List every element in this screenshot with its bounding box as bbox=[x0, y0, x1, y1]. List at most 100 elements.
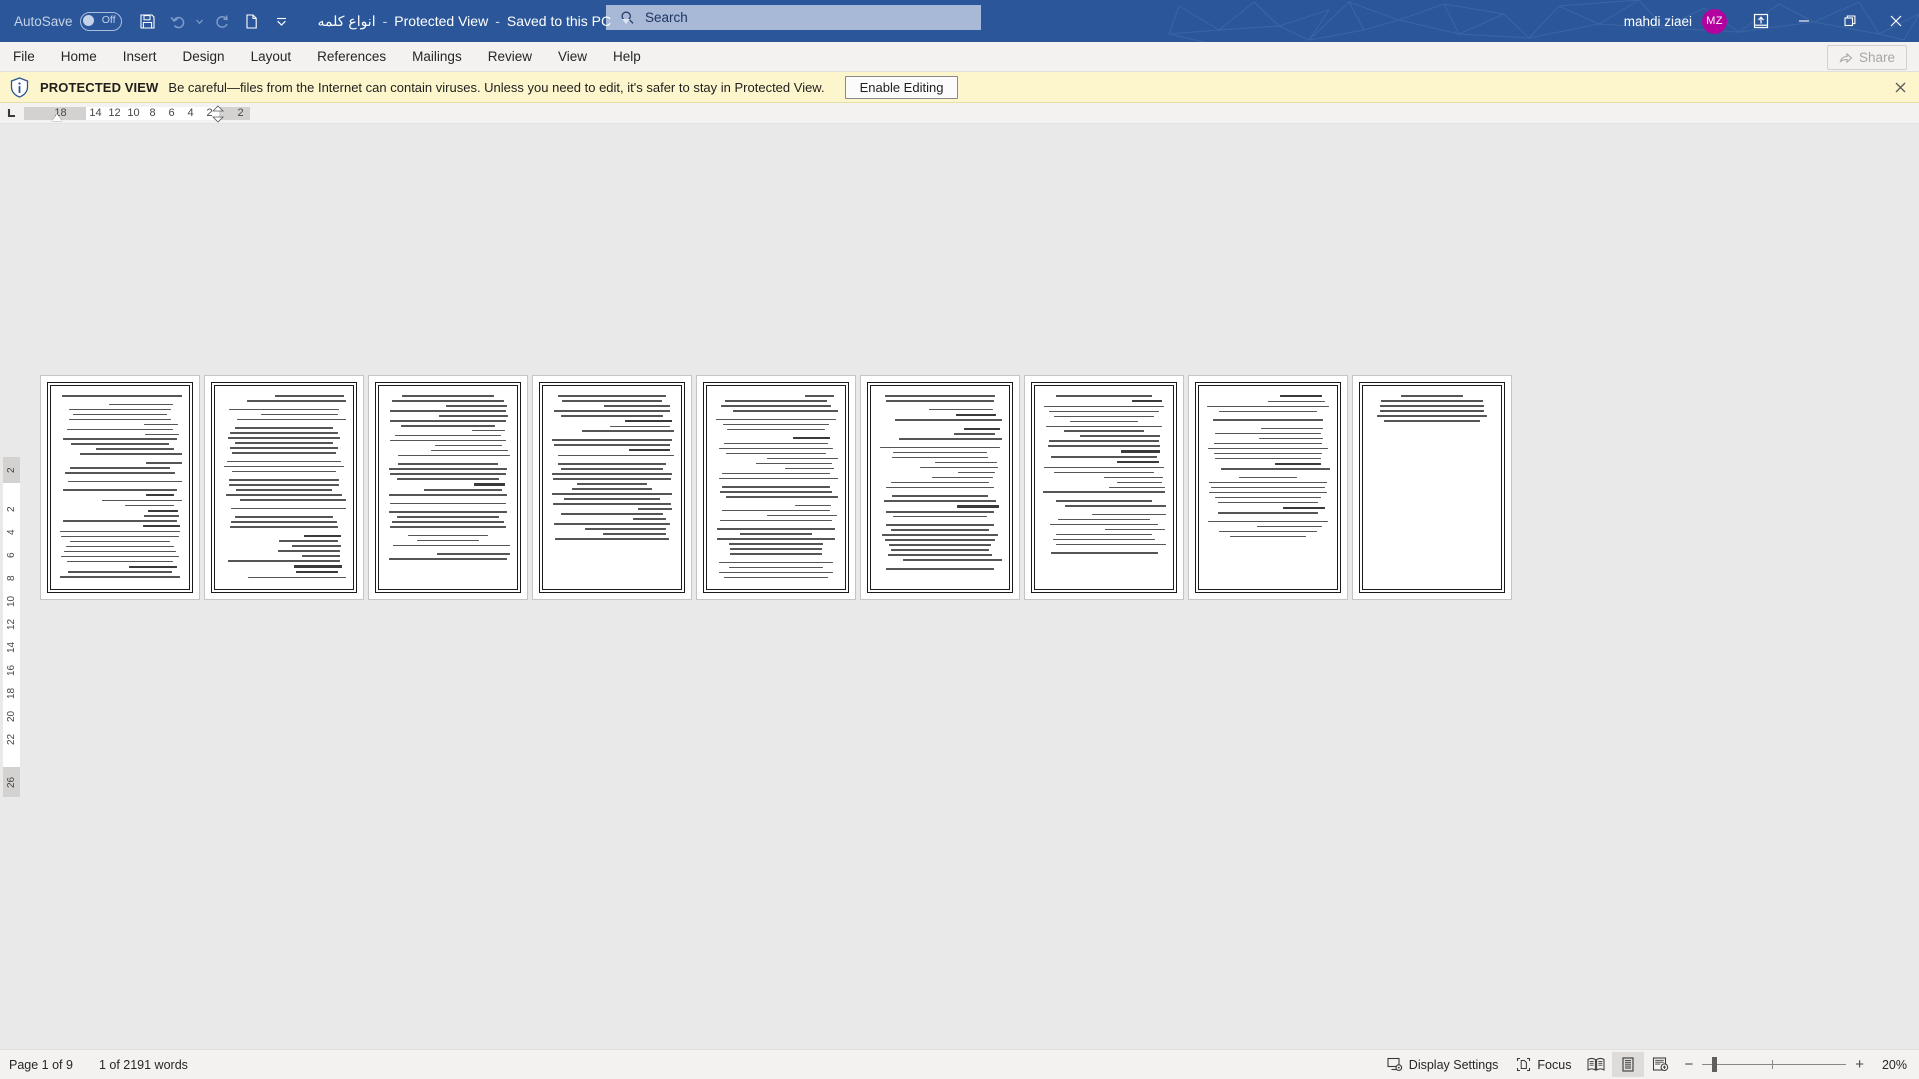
page-thumbnail-2[interactable] bbox=[204, 375, 364, 600]
tab-file[interactable]: File bbox=[0, 42, 48, 71]
tab-help[interactable]: Help bbox=[600, 42, 654, 71]
document-text-line bbox=[885, 399, 995, 402]
document-text-line bbox=[794, 504, 832, 507]
page-thumbnail-4[interactable] bbox=[532, 375, 692, 600]
tab-mailings[interactable]: Mailings bbox=[399, 42, 475, 71]
document-text-line bbox=[68, 480, 182, 483]
tab-home[interactable]: Home bbox=[48, 42, 110, 71]
restore-icon[interactable] bbox=[1827, 0, 1873, 42]
autosave-state-label: Off bbox=[101, 13, 116, 26]
first-line-indent-marker[interactable] bbox=[52, 114, 62, 121]
document-text-line bbox=[278, 540, 338, 543]
tab-layout[interactable]: Layout bbox=[238, 42, 305, 71]
document-text-line bbox=[891, 481, 989, 484]
focus-button[interactable]: Focus bbox=[1507, 1052, 1580, 1077]
zoom-control[interactable]: − + 20% bbox=[1684, 1056, 1911, 1073]
page-thumbnail-5[interactable] bbox=[696, 375, 856, 600]
document-text-line bbox=[891, 456, 989, 459]
vruler-gap-a bbox=[3, 483, 20, 498]
vruler-tick-16: 16 bbox=[6, 664, 17, 677]
ruler-tick-8: 8 bbox=[143, 106, 162, 120]
document-text-line bbox=[234, 442, 334, 444]
info-shield-icon bbox=[10, 76, 29, 98]
document-text-line bbox=[125, 504, 175, 507]
enable-editing-button[interactable]: Enable Editing bbox=[844, 75, 959, 99]
page-thumbnail-3[interactable] bbox=[368, 375, 528, 600]
document-text-line bbox=[1230, 535, 1306, 538]
search-input[interactable]: Search bbox=[606, 5, 981, 30]
display-settings-button[interactable]: Display Settings bbox=[1378, 1052, 1508, 1077]
ribbon-display-options-icon[interactable] bbox=[1741, 0, 1781, 42]
page-thumbnail-strip[interactable] bbox=[40, 375, 1512, 600]
document-text-line bbox=[892, 495, 988, 497]
avatar[interactable]: MZ bbox=[1702, 8, 1727, 34]
tab-references[interactable]: References bbox=[304, 42, 399, 71]
chevron-down-icon[interactable] bbox=[622, 18, 631, 24]
document-text-line bbox=[558, 454, 674, 457]
print-layout-icon[interactable] bbox=[1612, 1052, 1645, 1077]
document-text-line bbox=[1079, 435, 1161, 438]
document-text-line bbox=[956, 413, 997, 416]
new-document-icon[interactable] bbox=[238, 7, 266, 35]
page-thumbnail-7[interactable] bbox=[1024, 375, 1184, 600]
document-text-line bbox=[1377, 414, 1487, 417]
user-name[interactable]: mahdi ziaei bbox=[1624, 14, 1692, 29]
document-text-line bbox=[722, 486, 830, 488]
zoom-slider-thumb[interactable] bbox=[1712, 1057, 1718, 1072]
autosave-switch[interactable]: Off bbox=[79, 11, 122, 31]
document-workspace[interactable]: 2 2 4 6 8 10 12 14 16 18 20 22 26 bbox=[0, 144, 1919, 1050]
minimize-icon[interactable] bbox=[1781, 0, 1827, 42]
zoom-level-label[interactable]: 20% bbox=[1873, 1058, 1907, 1072]
page-thumbnail-6[interactable] bbox=[860, 375, 1020, 600]
tab-insert[interactable]: Insert bbox=[110, 42, 170, 71]
document-text-line bbox=[1267, 400, 1326, 403]
redo-icon[interactable] bbox=[208, 7, 236, 35]
document-text-line bbox=[231, 452, 337, 454]
document-text-line bbox=[919, 466, 998, 469]
document-text-line bbox=[893, 451, 987, 454]
document-text-line bbox=[1208, 481, 1328, 484]
document-title-area[interactable]: انواع کلمه - Protected View - Saved to t… bbox=[318, 13, 631, 30]
vertical-ruler[interactable]: 2 2 4 6 8 10 12 14 16 18 20 22 26 bbox=[3, 457, 20, 797]
customize-quick-access-icon[interactable] bbox=[268, 7, 296, 35]
zoom-slider[interactable] bbox=[1702, 1057, 1847, 1072]
page-thumbnail-8[interactable] bbox=[1188, 375, 1348, 600]
horizontal-ruler[interactable]: 18 14 12 10 8 6 4 2 2 bbox=[0, 103, 1919, 124]
read-mode-icon[interactable] bbox=[1580, 1052, 1612, 1077]
document-text-line bbox=[129, 565, 178, 568]
undo-icon[interactable] bbox=[164, 7, 192, 35]
document-text-line bbox=[1054, 471, 1154, 474]
autosave-toggle[interactable]: AutoSave Off bbox=[14, 11, 122, 31]
vruler-top-margin: 2 bbox=[3, 457, 20, 483]
document-text-line bbox=[890, 529, 990, 532]
document-text-line bbox=[553, 478, 671, 480]
document-text-line bbox=[964, 427, 1000, 430]
page-indicator[interactable]: Page 1 of 9 bbox=[9, 1058, 73, 1072]
hanging-indent-marker[interactable] bbox=[212, 105, 224, 123]
close-icon[interactable] bbox=[1891, 78, 1909, 96]
tab-view[interactable]: View bbox=[545, 42, 600, 71]
page-thumbnail-1[interactable] bbox=[40, 375, 200, 600]
document-text-line bbox=[1221, 468, 1330, 470]
web-layout-icon[interactable] bbox=[1644, 1052, 1676, 1077]
word-count[interactable]: 1 of 2191 words bbox=[99, 1058, 188, 1072]
zoom-out-button[interactable]: − bbox=[1684, 1056, 1693, 1073]
document-text-line bbox=[146, 462, 182, 464]
vruler-tick-12: 12 bbox=[6, 618, 17, 631]
document-text-line bbox=[1401, 395, 1463, 397]
tab-review[interactable]: Review bbox=[475, 42, 545, 71]
document-text-line bbox=[767, 457, 838, 460]
document-text-line bbox=[561, 468, 663, 470]
page-thumbnail-9[interactable] bbox=[1352, 375, 1512, 600]
document-text-line bbox=[715, 418, 837, 421]
document-text-line bbox=[435, 444, 502, 447]
close-icon[interactable] bbox=[1873, 0, 1919, 42]
left-tab-icon[interactable] bbox=[0, 103, 22, 123]
undo-dropdown-icon[interactable] bbox=[194, 7, 206, 35]
save-icon[interactable] bbox=[134, 7, 162, 35]
ruler-tick-6: 6 bbox=[162, 106, 181, 120]
tab-design[interactable]: Design bbox=[170, 42, 238, 71]
document-text-line bbox=[61, 535, 179, 538]
document-text-line bbox=[898, 438, 1002, 440]
zoom-in-button[interactable]: + bbox=[1855, 1056, 1864, 1073]
